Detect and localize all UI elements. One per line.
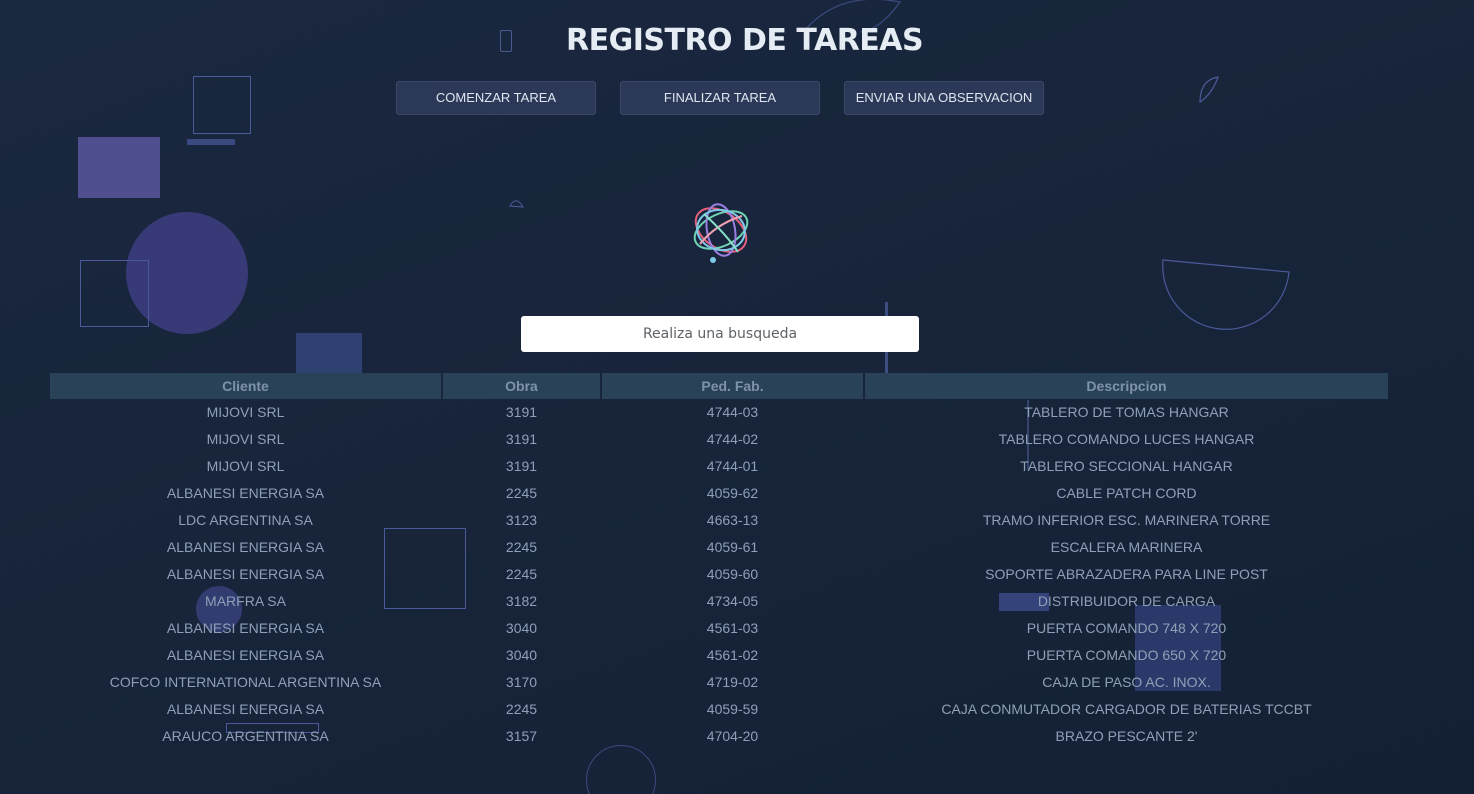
table-row[interactable]: MIJOVI SRL 3191 4744-02 TABLERO COMANDO LUC… [50, 426, 1390, 453]
table-row[interactable]: ALBANESI ENERGIA SA 3040 4561-02 PUERTA COM… [50, 642, 1390, 669]
cell-ped-fab: 4719-02 [706, 674, 759, 690]
table-row[interactable]: ALBANESI ENERGIA SA 2245 4059-62 CABLE PATC… [50, 480, 1390, 507]
cell-obra: 3170 [505, 674, 538, 690]
cell-obra: 3040 [505, 620, 538, 636]
tasks-table: Cliente Obra Ped. Fab. Descripcion MIJOV… [50, 373, 1390, 750]
cell-ped-fab: 4744-02 [706, 431, 759, 447]
cell-cliente: MARFRA SA [205, 593, 286, 609]
table-body: MIJOVI SRL 3191 4744-03 TABLERO DE TOMAS HA… [50, 399, 1390, 750]
table-row[interactable]: ALBANESI ENERGIA SA 3040 4561-03 PUERTA COM… [50, 615, 1390, 642]
table-row[interactable]: MARFRA SA 3182 4734-05 DISTRIBUIDOR DE CARG… [50, 588, 1390, 615]
cell-cliente: LDC ARGENTINA SA [178, 512, 313, 528]
table-row[interactable]: ALBANESI ENERGIA SA 2245 4059-60 SOPORTE AB… [50, 561, 1390, 588]
cell-descripcion: DISTRIBUIDOR DE CARGA [1037, 593, 1216, 609]
header: REGISTRO DE TAREAS [0, 22, 1474, 62]
cell-cliente: ALBANESI ENERGIA SA [166, 620, 325, 636]
column-header-ped-fab[interactable]: Ped. Fab. [602, 373, 863, 399]
search-input[interactable] [521, 316, 919, 352]
cell-ped-fab: 4059-59 [706, 701, 759, 717]
cell-obra: 3040 [505, 647, 538, 663]
decor-square-outline [80, 260, 149, 327]
decor-square-filled [78, 137, 160, 198]
cell-ped-fab: 4744-03 [706, 404, 759, 420]
cell-descripcion: CAJA DE PASO AC. INOX. [1042, 674, 1211, 690]
finish-task-button[interactable]: FINALIZAR TAREA [620, 81, 820, 115]
table-row[interactable]: LDC ARGENTINA SA 3123 4663-13 TRAMO INFERIO… [50, 507, 1390, 534]
cell-descripcion: SOPORTE ABRAZADERA PARA LINE POST [985, 566, 1268, 582]
cell-descripcion: TRAMO INFERIOR ESC. MARINERA TORRE [982, 512, 1271, 528]
cell-descripcion: TABLERO COMANDO LUCES HANGAR [998, 431, 1255, 447]
decor-circle-outline [586, 745, 656, 794]
column-header-obra[interactable]: Obra [443, 373, 600, 399]
cell-cliente: ALBANESI ENERGIA SA [166, 647, 325, 663]
cell-descripcion: PUERTA COMANDO 748 X 720 [1026, 620, 1227, 636]
cell-cliente: ARAUCO ARGENTINA SA [162, 728, 329, 744]
cell-ped-fab: 4059-62 [706, 485, 759, 501]
cell-obra: 3191 [505, 431, 538, 447]
cell-ped-fab: 4704-20 [706, 728, 759, 744]
cell-obra: 2245 [505, 485, 538, 501]
cell-ped-fab: 4561-02 [706, 647, 759, 663]
cell-obra: 3123 [505, 512, 538, 528]
start-task-button[interactable]: COMENZAR TAREA [396, 81, 596, 115]
cell-obra: 2245 [505, 701, 538, 717]
cell-ped-fab: 4663-13 [706, 512, 759, 528]
table-header: Cliente Obra Ped. Fab. Descripcion [50, 373, 1390, 399]
cell-obra: 3157 [505, 728, 538, 744]
cell-cliente: ALBANESI ENERGIA SA [166, 539, 325, 555]
decor-small-arc [509, 200, 524, 208]
cell-cliente: ALBANESI ENERGIA SA [166, 701, 325, 717]
cell-obra: 2245 [505, 566, 538, 582]
table-row[interactable]: ARAUCO ARGENTINA SA 3157 4704-20 BRAZO PESC… [50, 723, 1390, 750]
cell-obra: 3191 [505, 458, 538, 474]
column-header-cliente[interactable]: Cliente [50, 373, 441, 399]
cell-descripcion: TABLERO SECCIONAL HANGAR [1020, 458, 1233, 474]
decor-bar [187, 139, 235, 145]
cell-descripcion: CABLE PATCH CORD [1056, 485, 1197, 501]
cell-cliente: ALBANESI ENERGIA SA [166, 566, 325, 582]
cell-cliente: ALBANESI ENERGIA SA [166, 485, 325, 501]
decor-circle-filled [126, 212, 248, 334]
decor-square-outline [193, 76, 251, 134]
page-title: REGISTRO DE TAREAS [566, 23, 924, 58]
cell-descripcion: BRAZO PESCANTE 2' [1055, 728, 1198, 744]
send-observation-button[interactable]: ENVIAR UNA OBSERVACION [844, 81, 1044, 115]
table-row[interactable]: ALBANESI ENERGIA SA 2245 4059-59 CAJA CONMU… [50, 696, 1390, 723]
menu-icon[interactable] [500, 30, 512, 52]
table-row[interactable]: MIJOVI SRL 3191 4744-03 TABLERO DE TOMAS HA… [50, 399, 1390, 426]
cell-ped-fab: 4561-03 [706, 620, 759, 636]
decor-leaf [1199, 76, 1219, 104]
cell-descripcion: CAJA CONMUTADOR CARGADOR DE BATERIAS TCC… [941, 701, 1312, 717]
cell-obra: 3182 [505, 593, 538, 609]
cell-cliente: MIJOVI SRL [206, 404, 285, 420]
cell-cliente: MIJOVI SRL [206, 458, 285, 474]
cell-descripcion: ESCALERA MARINERA [1050, 539, 1203, 555]
table-row[interactable]: MIJOVI SRL 3191 4744-01 TABLERO SECCIONAL H… [50, 453, 1390, 480]
loading-spinner-icon [693, 203, 749, 263]
cell-descripcion: TABLERO DE TOMAS HANGAR [1024, 404, 1229, 420]
cell-ped-fab: 4059-60 [706, 566, 759, 582]
cell-ped-fab: 4059-61 [706, 539, 759, 555]
cell-ped-fab: 4744-01 [706, 458, 759, 474]
cell-obra: 2245 [505, 539, 538, 555]
cell-ped-fab: 4734-05 [706, 593, 759, 609]
cell-cliente: COFCO INTERNATIONAL ARGENTINA SA [109, 674, 382, 690]
cell-cliente: MIJOVI SRL [206, 431, 285, 447]
cell-obra: 3191 [505, 404, 538, 420]
table-row[interactable]: COFCO INTERNATIONAL ARGENTINA SA 3170 4719… [50, 669, 1390, 696]
column-header-descripcion[interactable]: Descripcion [865, 373, 1388, 399]
table-row[interactable]: ALBANESI ENERGIA SA 2245 4059-61 ESCALERA M… [50, 534, 1390, 561]
cell-descripcion: PUERTA COMANDO 650 X 720 [1026, 647, 1227, 663]
decor-half-circle [1162, 259, 1290, 330]
